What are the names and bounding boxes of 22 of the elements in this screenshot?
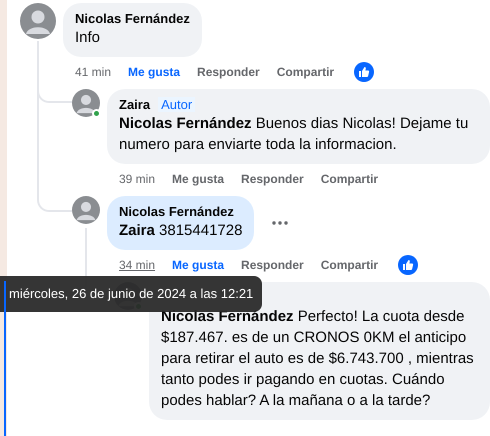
author-name[interactable]: Nicolas Fernández [75, 11, 190, 27]
reply-button[interactable]: Responder [241, 171, 304, 187]
share-button[interactable]: Compartir [320, 257, 378, 273]
reply-button[interactable]: Responder [197, 64, 260, 80]
timestamp-link[interactable]: 39 min [119, 171, 156, 187]
timestamp-link[interactable]: 34 min [119, 257, 156, 273]
like-button[interactable]: Me gusta [172, 257, 224, 273]
author-badge: Autor [158, 97, 196, 112]
timestamp-link[interactable]: 41 min [75, 64, 112, 80]
like-button[interactable]: Me gusta [128, 64, 180, 80]
author-name[interactable]: Zaira [119, 97, 150, 113]
author-name[interactable]: Nicolas Fernández [119, 204, 234, 220]
like-reaction-icon[interactable] [398, 255, 418, 275]
like-reaction-icon[interactable] [354, 62, 374, 82]
more-options-icon[interactable] [272, 221, 288, 225]
share-button[interactable]: Compartir [320, 171, 378, 187]
comment-text: Nicolas Fernández Buenos dias Nicolas! Dejame tu numero para enviarte toda la informacion. [119, 114, 470, 155]
reply-button[interactable]: Responder [241, 257, 304, 273]
like-button[interactable]: Me gusta [172, 171, 224, 187]
comment-text: Info [75, 28, 102, 48]
comment-text: Zaira 3815441728 [119, 221, 242, 241]
share-button[interactable]: Compartir [276, 64, 334, 80]
